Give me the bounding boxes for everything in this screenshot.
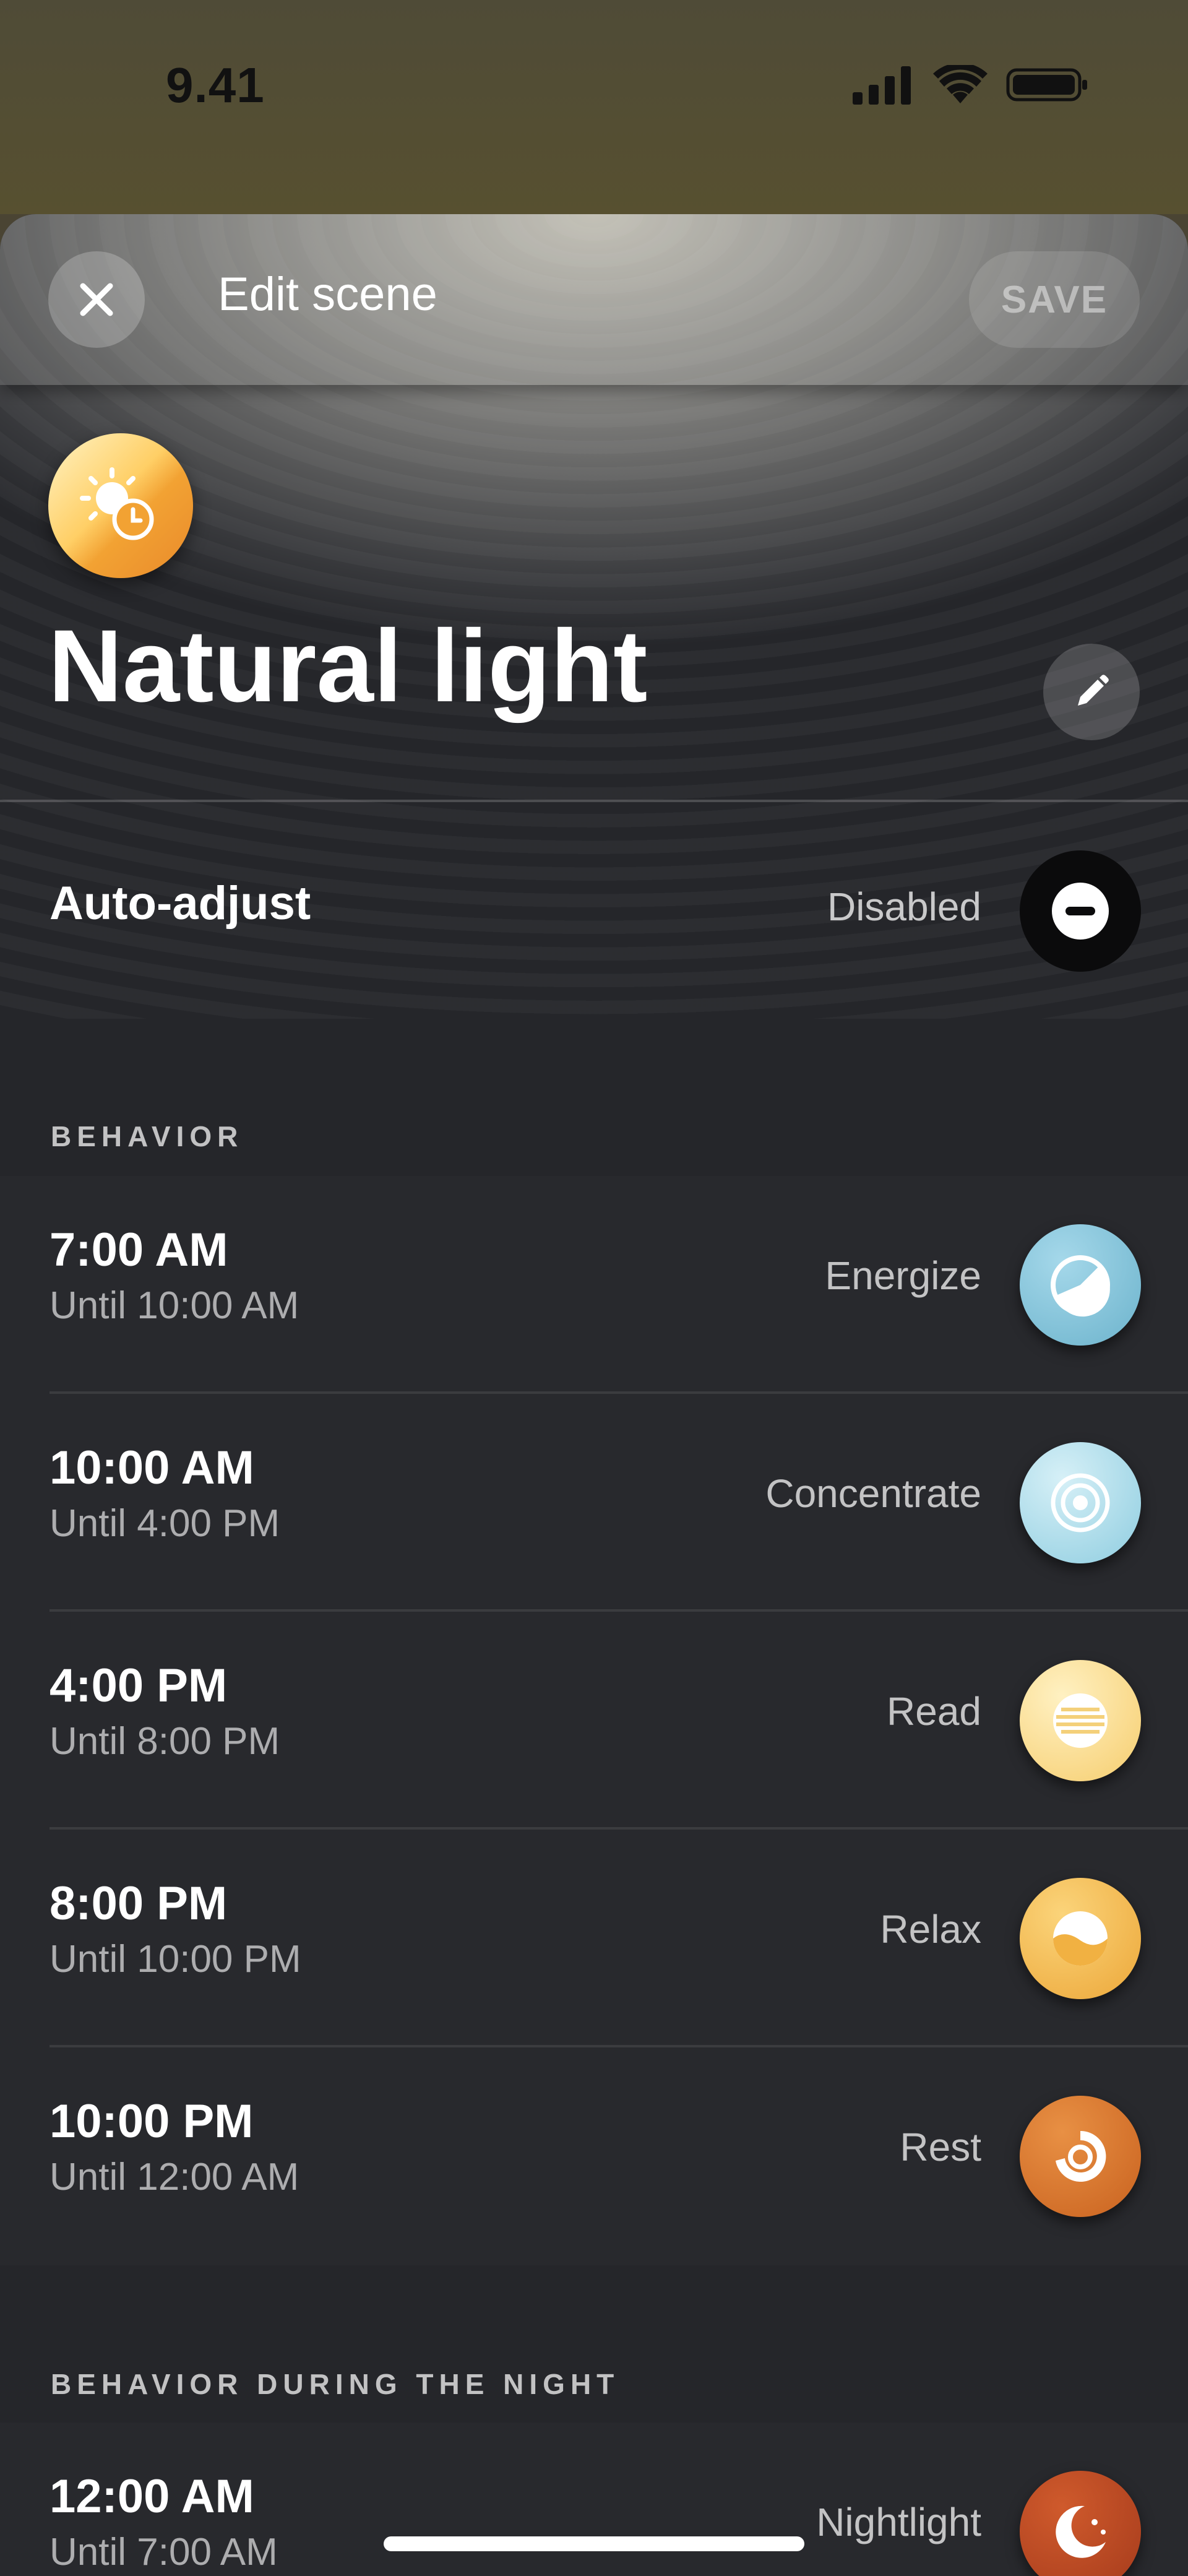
home-indicator[interactable] [384,2536,804,2551]
status-bar: 9.41 [0,0,1188,214]
read-glyph [1053,1693,1108,1748]
relax-glyph [1053,1911,1108,1966]
behavior-row-read[interactable]: 4:00 PM Until 8:00 PM Read [0,1612,1188,1830]
row-scene: Concentrate [765,1471,981,1516]
behavior-row-relax[interactable]: 8:00 PM Until 10:00 PM Relax [0,1830,1188,2047]
auto-adjust-value: Disabled [827,884,981,929]
night-row-nightlight[interactable]: 12:00 AM Until 7:00 AM Nightlight [0,2423,1188,2576]
row-time: 8:00 PM [50,1877,228,1930]
close-button[interactable] [48,251,145,348]
auto-adjust-label: Auto-adjust [50,877,311,930]
nightlight-icon[interactable] [1020,2471,1141,2576]
wifi-icon [933,65,988,103]
behavior-row-energize[interactable]: 7:00 AM Until 10:00 AM Energize [0,1176,1188,1394]
row-time: 10:00 AM [50,1441,254,1494]
behavior-row-rest[interactable]: 10:00 PM Until 12:00 AM Rest [0,2047,1188,2265]
auto-adjust-toggle[interactable] [1020,850,1141,972]
concentrate-glyph [1051,1473,1110,1532]
behavior-row-concentrate[interactable]: 10:00 AM Until 4:00 PM Concentrate [0,1394,1188,1612]
edit-scene-sheet: Edit scene SAVE Natural light Auto-adjus… [0,214,1188,2576]
row-scene: Relax [880,1907,981,1951]
night-behavior-list: 12:00 AM Until 7:00 AM Nightlight [0,2423,1188,2576]
pencil-icon [1078,675,1109,706]
section-header-night: BEHAVIOR DURING THE NIGHT [51,2368,620,2400]
rest-icon[interactable] [1020,2096,1141,2217]
energize-glyph [1051,1255,1110,1317]
row-until: Until 8:00 PM [50,1720,280,1763]
row-scene: Rest [900,2125,981,2169]
energize-icon[interactable] [1020,1224,1141,1346]
section-header-behavior: BEHAVIOR [51,1120,244,1152]
relax-icon[interactable] [1020,1878,1141,1999]
battery-icon [1006,68,1087,102]
row-time: 10:00 PM [50,2095,254,2148]
row-scene: Read [887,1689,981,1734]
minus-circle-icon [1052,883,1109,940]
rest-glyph [1056,2130,1106,2182]
edit-name-button[interactable] [1043,644,1140,740]
concentrate-icon[interactable] [1020,1442,1141,1563]
status-time: 9.41 [166,58,265,113]
header-bar: Edit scene SAVE [0,214,1188,385]
save-button[interactable]: SAVE [969,251,1140,348]
row-until: Until 7:00 AM [50,2531,278,2574]
header-title: Edit scene [218,268,437,321]
row-until: Until 12:00 AM [50,2156,299,2198]
scene-icon[interactable] [48,433,193,578]
signal-icon [853,66,911,105]
row-time: 4:00 PM [50,1659,228,1712]
close-icon [80,283,113,316]
row-until: Until 10:00 PM [50,1938,301,1981]
row-until: Until 4:00 PM [50,1502,280,1545]
behavior-list: 7:00 AM Until 10:00 AM Energize 10:00 AM… [0,1176,1188,2265]
row-scene: Energize [825,1253,981,1298]
read-icon[interactable] [1020,1660,1141,1781]
row-scene: Nightlight [816,2500,981,2544]
auto-adjust-row[interactable]: Auto-adjust Disabled [0,802,1188,1021]
moon-icon [1056,2505,1106,2558]
row-time: 7:00 AM [50,1224,228,1276]
status-icons [853,63,1089,106]
natural-light-icon [80,467,154,540]
scene-name: Natural light [48,609,648,724]
row-until: Until 10:00 AM [50,1284,299,1327]
row-time: 12:00 AM [50,2470,254,2523]
